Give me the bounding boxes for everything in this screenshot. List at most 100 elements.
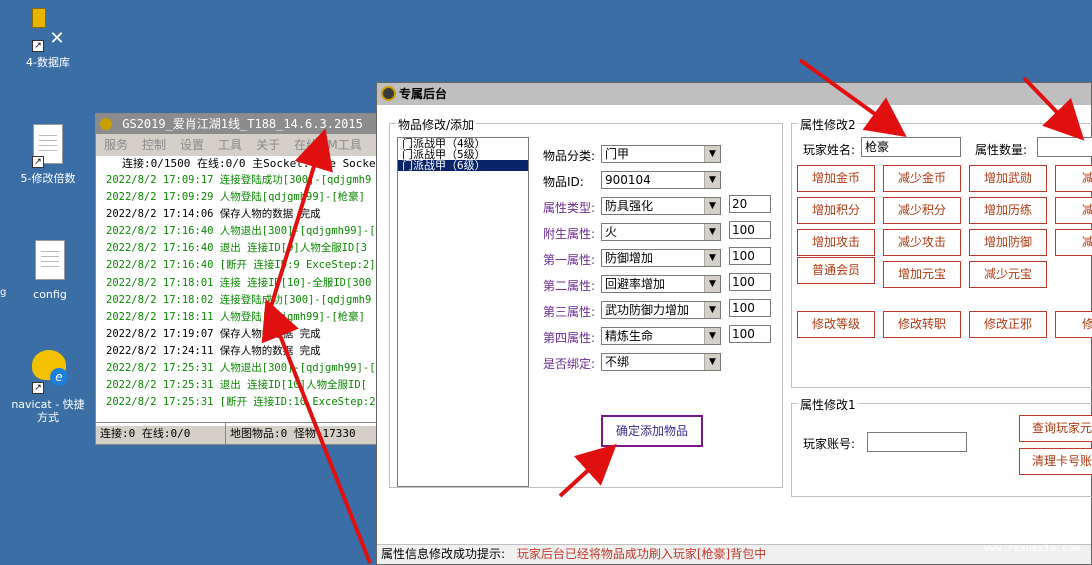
- gs-status-footer: 连接:0 在线:0/0 地图物品:0 怪物:17330: [96, 422, 384, 444]
- attr-action-button[interactable]: 减少积分: [883, 197, 961, 224]
- clear-card-button[interactable]: 清理卡号账: [1019, 448, 1092, 475]
- item-field-label: 第二属性:: [543, 279, 596, 293]
- log-line: 2022/8/2 17:16:40 [断开 连接ID:9 ExceStep:2]: [106, 259, 376, 272]
- attr-action-button[interactable]: 减少金币: [883, 165, 961, 192]
- chevron-down-icon[interactable]: ▼: [704, 172, 720, 188]
- attr-action-button[interactable]: 修改等级: [797, 311, 875, 338]
- attr-action-button[interactable]: 修改转职: [883, 311, 961, 338]
- menu-about[interactable]: 关于: [256, 134, 280, 156]
- item-field-value: 不绑: [605, 355, 630, 369]
- desktop-icon-modify-multiplier[interactable]: ↗ 5-修改倍数: [8, 124, 88, 185]
- log-line: 2022/8/2 17:18:11 人物登陆[qdjgmh99]-[枪豪]: [106, 310, 365, 323]
- main-window-titlebar[interactable]: 专属后台: [377, 83, 1091, 105]
- item-field-number-input[interactable]: 100: [729, 325, 771, 343]
- item-field-value: 门甲: [605, 147, 630, 161]
- item-field-value: 精炼生命: [605, 329, 654, 343]
- attr-action-button[interactable]: 修改正邪: [969, 311, 1047, 338]
- app-icon: [100, 118, 112, 130]
- item-group-legend: 物品修改/添加: [396, 116, 477, 133]
- menu-online-gm-tool[interactable]: 在线GM工具: [294, 134, 362, 156]
- chevron-down-icon[interactable]: ▼: [704, 328, 720, 344]
- item-field-value: 防具强化: [605, 199, 654, 213]
- player-account-input[interactable]: [867, 432, 967, 452]
- attr-action-button[interactable]: 减少: [1055, 229, 1092, 256]
- attr-action-button[interactable]: 增加元宝: [883, 261, 961, 288]
- player-name-input[interactable]: 枪豪: [861, 137, 961, 157]
- chevron-down-icon[interactable]: ▼: [704, 146, 720, 162]
- chevron-down-icon[interactable]: ▼: [704, 198, 720, 214]
- gs-window-title[interactable]: GS2019_爱肖江湖1线_T188_14.6.3.2015: [96, 114, 384, 134]
- app-icon: [381, 86, 396, 101]
- item-listbox[interactable]: 门派战甲（4级） 门派战甲（5级） 门派战甲（6级）: [397, 137, 529, 487]
- chevron-down-icon[interactable]: ▼: [704, 354, 720, 370]
- attr-action-button[interactable]: 减少元宝: [969, 261, 1047, 288]
- item-field-select[interactable]: 防具强化 ▼: [601, 197, 721, 215]
- attr-action-button[interactable]: 增加金币: [797, 165, 875, 192]
- log-line: 2022/8/2 17:14:06 保存人物的数据 完成: [106, 208, 321, 221]
- item-field-select[interactable]: 防御增加 ▼: [601, 249, 721, 267]
- menu-service[interactable]: 服务: [104, 134, 128, 156]
- desktop-icon-label: 4-数据库: [26, 56, 70, 69]
- item-field-number-input[interactable]: 20: [729, 195, 771, 213]
- item-field-select[interactable]: 火 ▼: [601, 223, 721, 241]
- item-field-number-input[interactable]: 100: [729, 247, 771, 265]
- attr-action-button[interactable]: 增加攻击: [797, 229, 875, 256]
- item-field-select[interactable]: 门甲 ▼: [601, 145, 721, 163]
- log-line: 2022/8/2 17:09:29 人物登陆[qdjgmh99]-[枪豪]: [106, 191, 365, 204]
- attr-group2-legend: 属性修改2: [798, 116, 858, 133]
- item-field-select[interactable]: 不绑 ▼: [601, 353, 721, 371]
- gs-log-list[interactable]: 2022/8/2 17:09:17 连接登陆成功[300]-[qdjgmh9 20…: [96, 172, 384, 426]
- attr-action-button[interactable]: 增加防御: [969, 229, 1047, 256]
- item-field-number-input[interactable]: 100: [729, 221, 771, 239]
- attr-count-input[interactable]: [1037, 137, 1092, 157]
- desktop-icon-label: navicat - 快捷方式: [11, 398, 85, 424]
- log-line: 2022/8/2 17:18:01 连接 连接ID[10]-全服ID[300: [106, 276, 372, 289]
- item-field-select[interactable]: 武功防御力增加 ▼: [601, 301, 721, 319]
- attr-action-button[interactable]: 减少: [1055, 165, 1092, 192]
- chevron-down-icon[interactable]: ▼: [704, 224, 720, 240]
- footer-map-items: 地图物品:0 怪物:17330: [230, 427, 356, 440]
- item-field-label: 第四属性:: [543, 331, 596, 345]
- item-field-value: 回避率增加: [605, 277, 666, 291]
- gs-title-text: GS2019_爱肖江湖1线_T188_14.6.3.2015: [122, 117, 363, 131]
- menu-settings[interactable]: 设置: [180, 134, 204, 156]
- log-line: 2022/8/2 17:25:31 退出 连接ID[10]人物全服ID[: [106, 379, 368, 392]
- desktop-edge-label: g: [0, 287, 7, 298]
- desktop-icon-config[interactable]: config: [10, 240, 90, 301]
- item-field-value: 火: [605, 225, 618, 239]
- item-field-select[interactable]: 回避率增加 ▼: [601, 275, 721, 293]
- chevron-down-icon[interactable]: ▼: [704, 302, 720, 318]
- attr-action-button[interactable]: 增加积分: [797, 197, 875, 224]
- attr-action-button[interactable]: 普通会员: [797, 257, 875, 284]
- item-field-value: 900104: [605, 173, 651, 187]
- attr-action-button[interactable]: 增加历练: [969, 197, 1047, 224]
- item-field-select[interactable]: 精炼生命 ▼: [601, 327, 721, 345]
- chevron-down-icon[interactable]: ▼: [704, 276, 720, 292]
- log-line: 2022/8/2 17:16:40 退出 连接ID[9]人物全服ID[3: [106, 242, 368, 255]
- attr-action-button[interactable]: 修改: [1055, 311, 1092, 338]
- attr-group1-legend: 属性修改1: [798, 396, 858, 413]
- attr-action-button[interactable]: 减少: [1055, 197, 1092, 224]
- item-field-number-input[interactable]: 100: [729, 299, 771, 317]
- desktop-icon-database[interactable]: ✕ ↗ 4-数据库: [8, 8, 88, 69]
- confirm-add-item-button[interactable]: 确定添加物品: [601, 415, 703, 447]
- item-field-label: 是否绑定:: [543, 357, 596, 371]
- watermark-title: 热血侠网游单机论坛: [981, 529, 1080, 542]
- item-field-number-input[interactable]: 100: [729, 273, 771, 291]
- desktop-icon-label: config: [33, 288, 67, 301]
- chevron-down-icon[interactable]: ▼: [704, 250, 720, 266]
- player-account-label: 玩家账号:: [803, 437, 856, 451]
- item-list-entry[interactable]: 门派战甲（6级）: [398, 160, 528, 171]
- item-field-select[interactable]: 900104 ▼: [601, 171, 721, 189]
- item-field-label: 属性类型:: [543, 201, 596, 215]
- menu-control[interactable]: 控制: [142, 134, 166, 156]
- player-name-label: 玩家姓名:: [803, 143, 856, 157]
- attr-action-button[interactable]: 减少攻击: [883, 229, 961, 256]
- gs-connection-status: 连接:0/1500 在线:0/0 主Socket:true Socket: [96, 156, 384, 172]
- menu-tools[interactable]: 工具: [218, 134, 242, 156]
- main-window-title: 专属后台: [399, 87, 448, 101]
- query-player-button[interactable]: 查询玩家元: [1019, 415, 1092, 442]
- desktop-icon-navicat[interactable]: e ↗ navicat - 快捷方式: [8, 350, 88, 424]
- attr-action-button[interactable]: 增加武勋: [969, 165, 1047, 192]
- item-field-label: 物品分类:: [543, 149, 596, 163]
